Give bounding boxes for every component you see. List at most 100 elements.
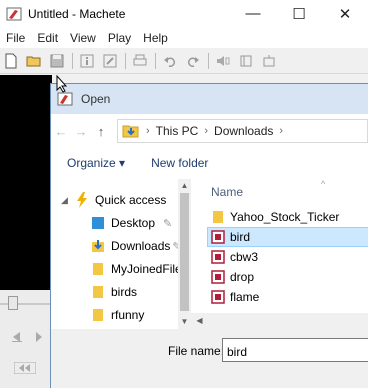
folder-icon bbox=[213, 211, 223, 223]
nav-item-label: rfunny bbox=[111, 308, 145, 322]
breadcrumb-separator-icon: › bbox=[146, 125, 150, 137]
mark-out-icon[interactable] bbox=[261, 53, 277, 69]
nav-item-downloads[interactable]: Downloads ✎ bbox=[91, 235, 182, 257]
scrollbar-thumb[interactable] bbox=[180, 193, 189, 311]
edit-tags-icon[interactable] bbox=[102, 53, 118, 69]
list-item-selected[interactable]: bird bbox=[207, 227, 368, 247]
open-dialog: Open ← → ↑ › This PC › Downloads › Organ… bbox=[50, 83, 368, 388]
new-file-icon[interactable] bbox=[3, 53, 19, 69]
toolbar bbox=[0, 48, 368, 74]
play-to-start-icon[interactable] bbox=[12, 332, 26, 345]
mark-in-icon[interactable] bbox=[238, 53, 254, 69]
breadcrumb-dropdown-icon[interactable]: › bbox=[279, 125, 283, 137]
app-titlebar: Untitled - Machete — ☐ ✕ bbox=[0, 0, 368, 27]
open-folder-icon[interactable] bbox=[26, 53, 42, 69]
jump-to-start-icon[interactable] bbox=[13, 361, 37, 377]
back-arrow-icon[interactable]: ← bbox=[51, 124, 71, 139]
file-name: flame bbox=[230, 290, 260, 304]
media-file-icon bbox=[211, 270, 225, 284]
downloads-icon bbox=[92, 240, 104, 252]
speaker-icon[interactable] bbox=[215, 53, 231, 69]
dialog-title: Open bbox=[81, 92, 111, 106]
expand-chevron-icon[interactable]: ◢ bbox=[61, 195, 75, 206]
address-bar: ← → ↑ › This PC › Downloads › bbox=[51, 114, 368, 148]
nav-item-desktop[interactable]: Desktop ✎ bbox=[91, 212, 172, 234]
nav-item-myjoinedfiles[interactable]: MyJoinedFiles bbox=[91, 258, 188, 280]
nav-pane-scrollbar[interactable]: ▲ ▼ bbox=[178, 179, 191, 329]
nav-item-label: birds bbox=[111, 285, 138, 299]
lightning-icon bbox=[77, 192, 87, 208]
menu-bar: File Edit View Play Help bbox=[0, 27, 368, 48]
menu-edit[interactable]: Edit bbox=[31, 31, 64, 45]
minimize-button[interactable]: — bbox=[230, 0, 276, 27]
dialog-app-icon bbox=[57, 92, 73, 106]
file-name: bird bbox=[230, 230, 251, 244]
command-bar: Organize ▾ New folder bbox=[51, 148, 368, 178]
list-item[interactable]: flame bbox=[209, 287, 368, 307]
list-item[interactable]: Yahoo_Stock_Ticker bbox=[209, 207, 368, 227]
menu-file[interactable]: File bbox=[0, 31, 31, 45]
info-icon[interactable] bbox=[79, 53, 95, 69]
video-preview bbox=[0, 75, 52, 290]
menu-view[interactable]: View bbox=[64, 31, 102, 45]
redo-icon[interactable] bbox=[185, 53, 201, 69]
folder-icon bbox=[93, 263, 103, 275]
toolbar-separator bbox=[72, 52, 73, 69]
toolbar-separator bbox=[208, 52, 209, 69]
nav-item-label: Desktop bbox=[111, 216, 156, 230]
organize-button[interactable]: Organize ▾ bbox=[67, 156, 125, 170]
dialog-titlebar: Open bbox=[51, 84, 368, 114]
folder-icon bbox=[93, 286, 103, 298]
step-forward-icon[interactable] bbox=[34, 332, 46, 345]
save-icon[interactable] bbox=[49, 53, 65, 69]
media-file-icon bbox=[211, 250, 225, 264]
new-folder-button[interactable]: New folder bbox=[151, 156, 208, 170]
breadcrumb[interactable]: › This PC › Downloads › bbox=[117, 119, 368, 143]
breadcrumb-this-pc[interactable]: This PC bbox=[156, 124, 199, 138]
sort-caret-icon: ^ bbox=[321, 179, 326, 189]
nav-item-rfunny[interactable]: rfunny bbox=[91, 304, 144, 326]
list-item[interactable]: cbw3 bbox=[209, 247, 368, 267]
file-name-label: File name: bbox=[168, 344, 225, 358]
maximize-button[interactable]: ☐ bbox=[276, 0, 322, 27]
scroll-left-icon[interactable]: ◀ bbox=[193, 314, 206, 327]
file-list-hscrollbar[interactable]: ◀ bbox=[191, 313, 368, 329]
navigation-pane: ◢ Quick access Desktop ✎ Downloads ✎ MyJ… bbox=[51, 179, 191, 329]
toolbar-separator bbox=[125, 52, 126, 69]
file-name: Yahoo_Stock_Ticker bbox=[230, 210, 340, 224]
machete-app-icon bbox=[6, 7, 22, 20]
up-arrow-icon[interactable]: ↑ bbox=[91, 124, 111, 139]
file-name-bar: File name: bbox=[51, 329, 368, 388]
nav-item-label: Downloads bbox=[111, 239, 171, 253]
media-file-icon bbox=[211, 290, 225, 304]
nav-quick-access[interactable]: ◢ Quick access bbox=[61, 189, 166, 211]
list-item[interactable]: drop bbox=[209, 267, 368, 287]
breadcrumb-downloads[interactable]: Downloads bbox=[214, 124, 273, 138]
pin-icon[interactable]: ✎ bbox=[163, 217, 172, 230]
undo-icon[interactable] bbox=[162, 53, 178, 69]
nav-item-birds[interactable]: birds bbox=[91, 281, 137, 303]
print-icon[interactable] bbox=[132, 53, 148, 69]
file-name: cbw3 bbox=[230, 250, 259, 264]
media-file-icon bbox=[211, 230, 225, 244]
forward-arrow-icon[interactable]: → bbox=[71, 124, 91, 139]
folder-icon bbox=[93, 309, 103, 321]
file-name-input[interactable] bbox=[222, 338, 368, 362]
toolbar-separator bbox=[155, 52, 156, 69]
scroll-down-icon[interactable]: ▼ bbox=[178, 315, 191, 328]
breadcrumb-separator-icon: › bbox=[204, 125, 209, 137]
downloads-folder-icon bbox=[122, 125, 139, 138]
nav-item-label: MyJoinedFiles bbox=[111, 262, 188, 276]
position-slider-thumb[interactable] bbox=[8, 296, 18, 310]
column-header-name[interactable]: Name bbox=[211, 185, 243, 199]
mouse-cursor-icon bbox=[56, 75, 68, 93]
menu-help[interactable]: Help bbox=[137, 31, 174, 45]
nav-quick-access-label: Quick access bbox=[95, 193, 167, 207]
window-controls: — ☐ ✕ bbox=[230, 0, 368, 27]
file-name: drop bbox=[230, 270, 255, 284]
playback-controls bbox=[0, 290, 52, 388]
app-title: Untitled - Machete bbox=[28, 6, 126, 21]
close-button[interactable]: ✕ bbox=[322, 0, 368, 27]
menu-play[interactable]: Play bbox=[102, 31, 137, 45]
scroll-up-icon[interactable]: ▲ bbox=[178, 179, 191, 192]
